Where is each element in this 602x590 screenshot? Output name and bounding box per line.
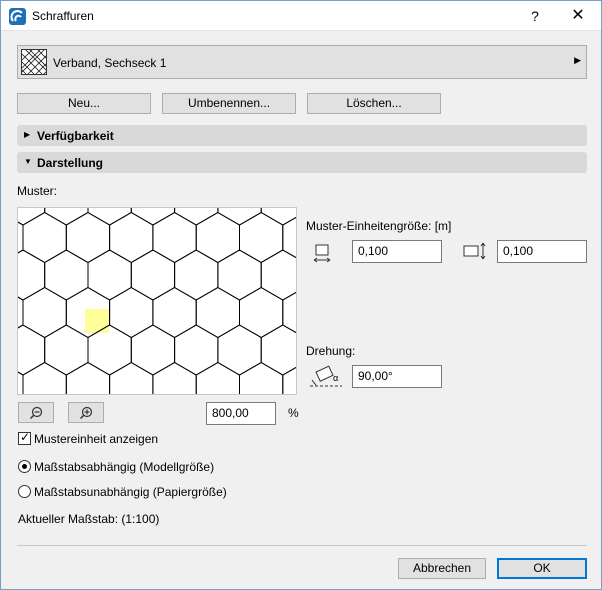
hexagon-cell [282, 291, 296, 334]
section-availability[interactable]: ▶ Verfügbarkeit [17, 125, 587, 146]
hexagon-cell [195, 361, 240, 394]
hexagon-cell [65, 211, 111, 264]
hexagon-cell [44, 324, 89, 376]
hexagon-cell [87, 249, 132, 301]
hexagon-cell [22, 286, 67, 339]
zoom-out-icon [29, 406, 43, 420]
hexagon-cell [65, 361, 111, 394]
hexagon-cell [18, 208, 46, 226]
window-title: Schraffuren [32, 9, 94, 23]
show-unit-checkbox[interactable]: ✓ [18, 430, 31, 445]
show-unit-label: Mustereinheit anzeigen [34, 432, 159, 446]
hexagon-cell [22, 361, 67, 394]
hexagon-cell [130, 249, 176, 301]
pattern-label: Muster: [17, 184, 58, 198]
zoom-unit: % [288, 406, 299, 420]
section-display[interactable]: ▼ Darstellung [17, 152, 587, 173]
close-button[interactable]: ✕ [565, 5, 591, 27]
hatch-pattern-icon [21, 49, 47, 75]
rotation-symbol: α [333, 373, 339, 383]
hexagon-cell [282, 216, 296, 259]
section-display-label: Darstellung [37, 156, 104, 170]
rotation-input[interactable]: 90,00° [352, 365, 442, 388]
zoom-out-button[interactable] [18, 402, 54, 423]
hexagon-cell [152, 361, 197, 394]
scale-independent-label: Maßstabsunabhängig (Papiergröße) [34, 485, 227, 499]
pattern-unit-highlight [85, 309, 109, 333]
hexagon-cell [18, 221, 24, 254]
scale-independent-radio[interactable] [18, 485, 31, 498]
hexagon-cell [239, 361, 284, 394]
hexagon-cell [152, 286, 197, 339]
unit-width-input[interactable]: 0,100 [352, 240, 442, 263]
hexagon-cell [44, 249, 89, 301]
hexagon-cell [18, 296, 24, 329]
checkmark-icon: ✓ [20, 430, 31, 444]
hexagon-cell [239, 211, 284, 264]
zoom-input[interactable]: 800,00 [206, 402, 276, 425]
scale-dependent-label: Maßstabsabhängig (Modellgröße) [34, 460, 215, 474]
hexagon-pattern [18, 208, 296, 394]
hexagon-cell [217, 249, 262, 301]
hexagon-cell [195, 286, 240, 339]
width-icon [312, 242, 332, 267]
title-bar: Schraffuren ? ✕ [1, 1, 601, 31]
unit-size-label: Muster-Einheitengröße: [m] [306, 219, 452, 233]
help-button[interactable]: ? [523, 5, 547, 27]
hexagon-cell [18, 249, 46, 301]
hexagon-cell [174, 249, 219, 301]
hexagon-cell [260, 324, 296, 376]
unit-height-input[interactable]: 0,100 [497, 240, 587, 263]
hexagon-cell [109, 286, 154, 339]
hexagon-cell [152, 211, 197, 264]
section-availability-label: Verfügbarkeit [37, 129, 114, 143]
hexagon-cell [282, 366, 296, 394]
hatch-dialog: Schraffuren ? ✕ Verband, Sechseck 1 ▶ Ne… [0, 0, 602, 590]
rename-button[interactable]: Umbenennen... [162, 93, 296, 114]
hatch-name: Verband, Sechseck 1 [53, 56, 167, 70]
zoom-in-icon [79, 406, 93, 420]
radio-selected-dot [22, 464, 27, 469]
zoom-in-button[interactable] [68, 402, 104, 423]
hexagon-cell [109, 211, 154, 264]
hexagon-cell [260, 249, 296, 301]
new-button[interactable]: Neu... [17, 93, 151, 114]
scale-dependent-radio[interactable] [18, 460, 31, 473]
delete-button[interactable]: Löschen... [307, 93, 441, 114]
hexagon-cell [130, 324, 176, 376]
hexagon-cell [109, 361, 154, 394]
hexagon-cell [195, 211, 240, 264]
rotation-icon: α [308, 363, 344, 392]
current-scale-text: Aktueller Maßstab: (1:100) [18, 512, 160, 526]
app-icon [9, 8, 26, 25]
hatch-selector[interactable]: Verband, Sechseck 1 ▶ [17, 45, 587, 79]
hexagon-cell [174, 324, 219, 376]
pattern-preview [17, 207, 297, 395]
rotation-label: Drehung: [306, 344, 356, 358]
hexagon-cell [22, 211, 67, 264]
chevron-down-icon: ▼ [24, 157, 32, 166]
footer-divider [17, 545, 587, 546]
cancel-button[interactable]: Abbrechen [398, 558, 486, 579]
height-icon [462, 240, 488, 265]
hexagon-cell [239, 286, 284, 339]
hexagon-cell [18, 324, 46, 376]
hexagon-cell [18, 371, 24, 394]
ok-button[interactable]: OK [497, 558, 587, 579]
chevron-right-icon: ▶ [24, 130, 31, 139]
chevron-right-icon: ▶ [574, 55, 581, 65]
hexagon-cell [217, 324, 262, 376]
